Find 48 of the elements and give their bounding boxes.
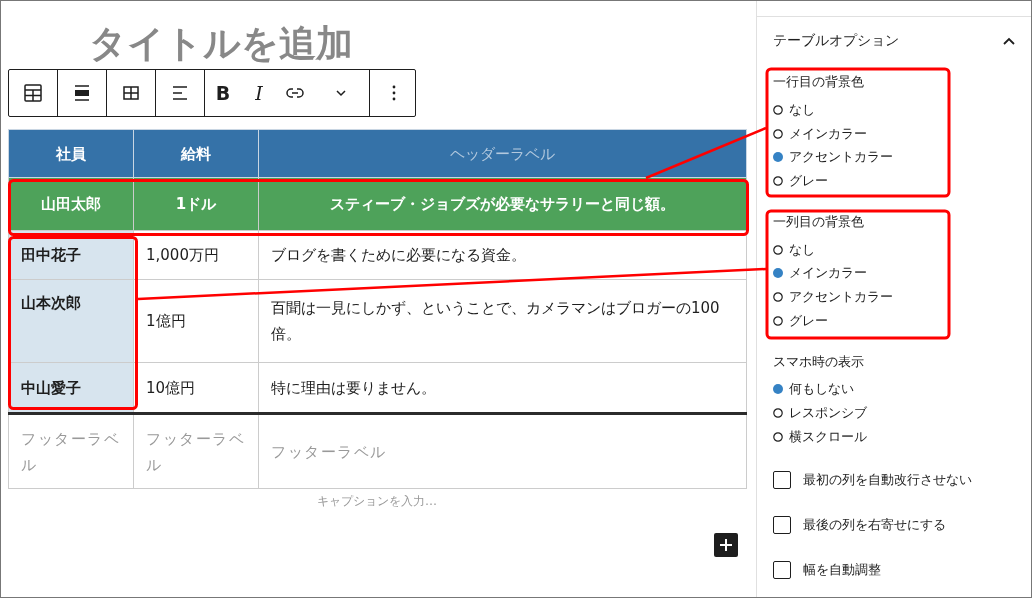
text-align-icon — [170, 83, 190, 103]
radio-icon[interactable] — [773, 244, 783, 255]
add-block-button[interactable] — [714, 533, 738, 557]
checkbox-label[interactable]: 幅を自動調整 — [803, 561, 881, 580]
checkbox[interactable] — [773, 471, 791, 490]
radio-selected-icon[interactable] — [773, 384, 783, 395]
table-cell[interactable]: 山本次郎 — [8, 279, 134, 363]
radio-label[interactable]: メインカラー — [789, 124, 867, 143]
checkbox-label[interactable]: 最後の列を右寄せにする — [803, 516, 946, 535]
post-title[interactable]: タイトルを追加 — [1, 1, 756, 69]
radio-icon[interactable] — [773, 315, 783, 326]
more-icon — [392, 84, 396, 102]
plus-icon — [719, 538, 733, 552]
checkbox[interactable] — [773, 561, 791, 580]
grid-icon — [121, 83, 141, 103]
radio-label[interactable]: レスポンシブ — [789, 404, 867, 423]
radio-label[interactable]: グレー — [789, 311, 828, 330]
radio-icon[interactable] — [773, 128, 783, 139]
radio-label[interactable]: 横スクロール — [789, 427, 867, 446]
panel-title: テーブルオプション — [773, 32, 899, 50]
checkbox-label[interactable]: 最初の列を自動改行させない — [803, 471, 972, 490]
bold-button[interactable]: B — [205, 70, 241, 116]
radio-label[interactable]: 何もしない — [789, 380, 854, 399]
radio-label[interactable]: グレー — [789, 171, 828, 190]
align-icon — [72, 83, 92, 103]
radio-label[interactable]: アクセントカラー — [789, 148, 893, 167]
checkbox[interactable] — [773, 516, 791, 535]
table-cell[interactable]: 百聞は一見にしかず、ということで、カメラマンはブロガーの100倍。 — [258, 279, 747, 363]
table-cell[interactable]: 1億円 — [133, 279, 259, 363]
group-label: 一列目の背景色 — [773, 212, 865, 231]
radio-label[interactable]: メインカラー — [789, 264, 867, 283]
table-icon — [23, 83, 43, 103]
table-cell[interactable]: 1,000万円 — [133, 230, 259, 280]
italic-button[interactable]: I — [241, 70, 277, 116]
radio-label[interactable]: アクセントカラー — [789, 287, 893, 306]
radio-selected-icon[interactable] — [773, 268, 783, 279]
radio-icon[interactable] — [773, 175, 783, 186]
group-label: スマホ時の表示 — [773, 352, 865, 371]
group-label: 一行目の背景色 — [773, 73, 865, 91]
radio-selected-icon[interactable] — [773, 152, 783, 163]
radio-icon[interactable] — [773, 431, 783, 442]
column-header[interactable]: 社員 — [8, 129, 134, 178]
radio-icon[interactable] — [773, 291, 783, 302]
radio-label[interactable]: なし — [789, 240, 815, 259]
radio-icon[interactable] — [773, 104, 783, 115]
column-header[interactable]: 給料 — [133, 129, 259, 178]
radio-label[interactable]: なし — [789, 100, 815, 119]
radio-icon[interactable] — [773, 408, 783, 419]
